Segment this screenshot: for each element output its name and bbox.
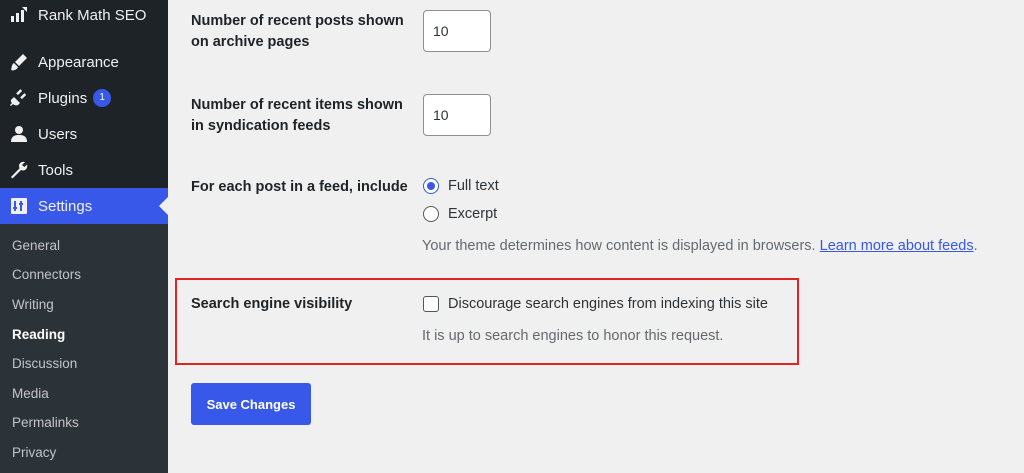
checkbox-label: Discourage search engines from indexing … (448, 296, 768, 312)
radio-label: Excerpt (448, 206, 498, 222)
sidebar-item-label: Plugins (38, 89, 88, 107)
sidebar-item-label: Settings (38, 197, 93, 215)
radio-button[interactable] (423, 206, 439, 222)
settings-icon (8, 195, 30, 217)
sidebar-item-label: Users (38, 125, 78, 143)
radio-full-text[interactable]: Full text (423, 178, 499, 194)
user-icon (8, 123, 30, 145)
submenu-item-general[interactable]: General (12, 238, 60, 253)
sidebar-item-settings[interactable]: Settings (0, 188, 168, 224)
radio-button-checked[interactable] (423, 178, 439, 194)
highlight-box (175, 278, 799, 365)
discourage-search-checkbox-row[interactable]: Discourage search engines from indexing … (423, 296, 768, 312)
sidebar-item-rank-math[interactable]: Rank Math SEO (0, 0, 168, 33)
wrench-icon (8, 159, 30, 181)
sidebar-item-label: Rank Math SEO (38, 6, 147, 24)
radio-label: Full text (448, 178, 499, 194)
update-count-badge: 1 (93, 89, 112, 107)
discourage-search-checkbox[interactable] (423, 296, 439, 312)
sidebar-item-tools[interactable]: Tools (0, 152, 168, 188)
paintbrush-icon (8, 51, 30, 73)
submenu-item-media[interactable]: Media (12, 386, 49, 401)
feed-description: Your theme determines how content is dis… (422, 238, 978, 254)
archive-posts-label: Number of recent posts shown on archive … (191, 13, 404, 50)
sidebar-item-plugins[interactable]: Plugins 1 (0, 80, 168, 116)
submenu-item-permalinks[interactable]: Permalinks (12, 415, 79, 430)
learn-more-feeds-link[interactable]: Learn more about feeds (820, 238, 974, 254)
feed-items-input[interactable]: 10 (423, 94, 491, 136)
search-visibility-description: It is up to search engines to honor this… (422, 328, 724, 344)
submenu-item-privacy[interactable]: Privacy (12, 445, 56, 460)
save-changes-button[interactable]: Save Changes (191, 383, 311, 425)
archive-posts-input[interactable]: 10 (423, 10, 491, 52)
sidebar-item-label: Appearance (38, 53, 119, 71)
sidebar-item-label: Tools (38, 161, 74, 179)
rank-math-icon (8, 4, 30, 26)
sidebar-item-users[interactable]: Users (0, 116, 168, 152)
sidebar-item-appearance[interactable]: Appearance (0, 44, 168, 80)
feed-description-text: Your theme determines how content is dis… (422, 238, 816, 254)
feed-items-label: Number of recent items shown in syndicat… (191, 97, 403, 134)
plugin-icon (8, 87, 30, 109)
settings-submenu: General Connectors Writing Reading Discu… (0, 224, 168, 473)
search-visibility-label: Search engine visibility (191, 296, 353, 312)
feed-include-label: For each post in a feed, include (191, 179, 408, 195)
radio-excerpt[interactable]: Excerpt (423, 206, 497, 222)
submenu-item-writing[interactable]: Writing (12, 297, 54, 312)
submenu-item-reading[interactable]: Reading (12, 327, 65, 342)
submenu-item-connectors[interactable]: Connectors (12, 267, 81, 282)
submenu-item-discussion[interactable]: Discussion (12, 356, 77, 371)
admin-sidebar: Rank Math SEO Appearance Plugins 1 Users… (0, 0, 168, 473)
settings-content: Number of recent posts shown on archive … (168, 0, 1024, 473)
